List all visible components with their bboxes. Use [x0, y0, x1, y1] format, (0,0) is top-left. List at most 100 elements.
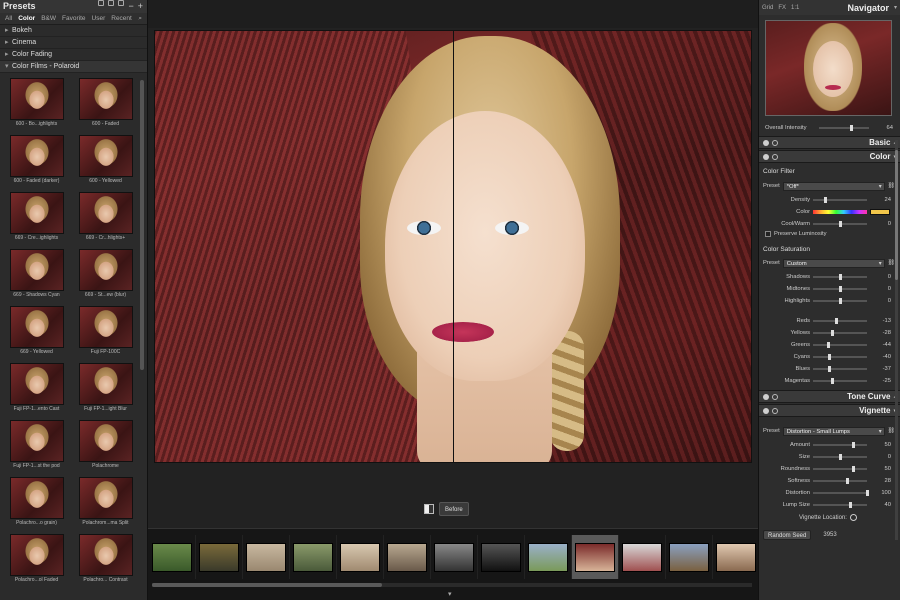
slider-track[interactable]	[813, 442, 867, 448]
vig-slider-roundness[interactable]: Roundness 50	[763, 464, 893, 474]
plus-icon[interactable]: +	[138, 0, 143, 13]
filmstrip-thumbnail[interactable]	[619, 535, 666, 579]
category-cinema[interactable]: ▸ Cinema	[0, 37, 147, 49]
photo-preview[interactable]	[154, 30, 752, 463]
preset-thumbnail[interactable]: 600 - Bo...ighlights	[4, 75, 69, 132]
section-vignette[interactable]: Vignette▾	[759, 404, 900, 417]
slider-track[interactable]	[813, 366, 867, 372]
slider-knob[interactable]	[846, 478, 850, 484]
color-saturation-preset-dropdown[interactable]: Custom	[782, 258, 885, 269]
tab-user[interactable]: User	[92, 15, 106, 22]
slider-knob[interactable]	[827, 354, 831, 360]
color-swatch[interactable]	[870, 209, 890, 215]
color-spectrum-slider[interactable]: Color	[763, 207, 893, 217]
slider-track[interactable]	[813, 502, 867, 508]
preset-thumbnail[interactable]: 600 - Faded	[73, 75, 138, 132]
preserve-luminosity-option[interactable]: Preserve Luminosity	[765, 231, 827, 237]
split-view-icon[interactable]	[424, 504, 434, 514]
reset-icon[interactable]	[772, 139, 778, 146]
preset-thumbnail[interactable]: 669 - Yellowed	[4, 303, 69, 360]
category-bokeh[interactable]: ▸ Bokeh	[0, 25, 147, 37]
slider-track[interactable]	[813, 354, 867, 360]
slider-knob[interactable]	[852, 442, 855, 448]
reset-icon[interactable]	[772, 153, 778, 160]
vig-slider-size[interactable]: Size 0	[763, 452, 893, 462]
reset-icon[interactable]	[772, 393, 778, 400]
tab-all[interactable]: All	[5, 15, 12, 22]
preset-thumbnail[interactable]: Polachrome	[73, 417, 138, 474]
filmstrip-thumbnail[interactable]	[666, 535, 713, 579]
slider-knob[interactable]	[826, 342, 830, 348]
filmstrip-thumbnail[interactable]	[196, 535, 243, 579]
section-color[interactable]: Color▾	[759, 150, 900, 163]
tab-bw[interactable]: B&W	[41, 15, 56, 22]
sat-slider-greens[interactable]: Greens -44	[763, 340, 893, 350]
toggle-icon[interactable]	[763, 139, 769, 146]
slider-knob[interactable]	[834, 318, 838, 324]
color-filter-preset-dropdown[interactable]: *Off*	[782, 181, 885, 192]
preset-thumbnail[interactable]: Fuji FP-100C	[73, 303, 138, 360]
slider-track[interactable]	[813, 490, 869, 496]
sat-slider-blues[interactable]: Blues -37	[763, 364, 893, 374]
preset-thumbnail[interactable]: 600 - Faded (darker)	[4, 132, 69, 189]
slider-track[interactable]	[813, 454, 867, 460]
sat-slider-cyans[interactable]: Cyans -40	[763, 352, 893, 362]
preset-thumbnail[interactable]: Polachro... Contrast	[73, 531, 138, 588]
filmstrip-thumbnail[interactable]	[384, 535, 431, 579]
filmstrip-thumbnail[interactable]	[149, 535, 196, 579]
adjustments-scrollbar[interactable]	[895, 140, 898, 540]
preset-thumbnail[interactable]: 600 - Yellowed	[73, 132, 138, 189]
vig-slider-softness[interactable]: Softness 28	[763, 476, 893, 486]
preserve-luminosity-checkbox[interactable]	[765, 231, 771, 237]
preset-thumbnail[interactable]: Polachro...o grain)	[4, 474, 69, 531]
vignette-preset-dropdown[interactable]: Distortion - Small Lumps	[782, 426, 885, 437]
target-icon[interactable]	[849, 514, 857, 521]
slider-knob[interactable]	[831, 378, 835, 384]
preset-thumbnail[interactable]: Fuji FP-1...ento Cast	[4, 360, 69, 417]
slider-knob[interactable]	[838, 274, 842, 280]
tab-recent[interactable]: Recent	[111, 15, 132, 22]
sat-slider-yellows[interactable]: Yellows -28	[763, 328, 893, 338]
overall-intensity-slider[interactable]: Overall Intensity 64	[763, 123, 893, 133]
slider-track[interactable]	[813, 478, 867, 484]
slider-track[interactable]	[813, 466, 867, 472]
slider-knob[interactable]	[838, 454, 842, 460]
slider-track[interactable]	[813, 286, 867, 292]
slider-track[interactable]	[813, 378, 867, 384]
minus-icon[interactable]: −	[128, 0, 133, 13]
before-button[interactable]: Before	[439, 502, 469, 516]
color-spectrum-bar[interactable]	[813, 210, 867, 214]
slider-track[interactable]	[813, 330, 867, 336]
filmstrip-thumbnail[interactable]	[478, 535, 525, 579]
slider-knob[interactable]	[838, 221, 842, 227]
sat-slider-magentas[interactable]: Magentas -25	[763, 376, 893, 386]
slider-knob[interactable]	[828, 366, 832, 372]
category-color-fading[interactable]: ▸ Color Fading	[0, 49, 147, 61]
sat-slider-highlights[interactable]: Highlights 0	[763, 296, 893, 306]
link-icon[interactable]: ⛓	[888, 183, 895, 189]
list-view-icon[interactable]	[108, 0, 115, 6]
preset-thumbnail[interactable]: Polachro...ol Faded	[4, 531, 69, 588]
chevron-down-icon[interactable]: ▾	[894, 4, 897, 11]
filmstrip-thumbnail[interactable]	[337, 535, 384, 579]
reset-icon[interactable]	[772, 407, 778, 414]
presets-scrollbar[interactable]	[140, 80, 144, 370]
section-tone-curve[interactable]: Tone Curve◂	[759, 390, 900, 403]
view-1to1-button[interactable]: 1:1	[791, 5, 799, 11]
density-slider[interactable]: Density 24	[763, 195, 893, 205]
slider-knob[interactable]	[849, 125, 853, 131]
compact-view-icon[interactable]	[118, 0, 125, 6]
slider-track[interactable]	[813, 342, 867, 348]
link-icon[interactable]: ⛓	[888, 428, 895, 434]
slider-knob[interactable]	[852, 466, 855, 472]
sat-slider-shadows[interactable]: Shadows 0	[763, 272, 893, 282]
slider-track[interactable]	[813, 298, 867, 304]
filmstrip-thumbnail[interactable]	[243, 535, 290, 579]
view-grid-button[interactable]: Grid	[762, 5, 773, 11]
cool-warm-slider[interactable]: Cool/Warm 0	[763, 219, 893, 229]
filmstrip-thumbnail-selected[interactable]	[572, 535, 619, 579]
search-icon[interactable]: ⌕	[138, 15, 142, 23]
preset-thumbnail[interactable]: 669 - St...ew (blur)	[73, 246, 138, 303]
sat-slider-midtones[interactable]: Midtones 0	[763, 284, 893, 294]
slider-knob[interactable]	[849, 502, 853, 508]
